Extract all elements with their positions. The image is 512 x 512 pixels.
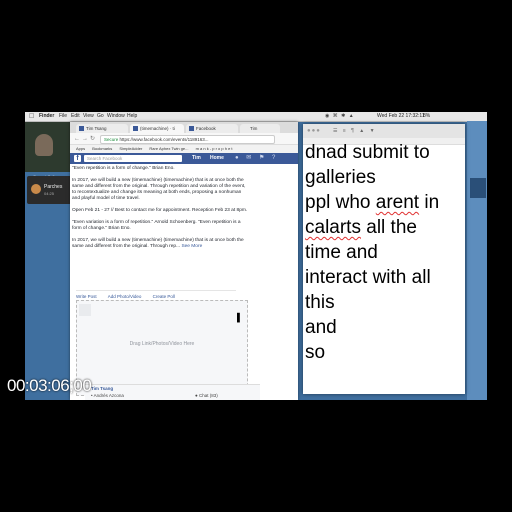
post-body: "Even repetition is a form of change." B… bbox=[72, 166, 248, 256]
notes-line: time and bbox=[305, 242, 378, 263]
notes-line: ppl who bbox=[305, 192, 376, 213]
facebook-search-input[interactable]: Search Facebook bbox=[84, 155, 182, 162]
bookmark-bookmarks[interactable]: Bookmarks bbox=[92, 146, 112, 151]
misspelled-word: calarts bbox=[305, 217, 361, 238]
notes-line: all the bbox=[360, 217, 417, 238]
notes-line: this bbox=[305, 292, 335, 313]
notes-toolbar[interactable]: ☰ ≡ ¶ ▲ ▼ bbox=[333, 128, 377, 134]
notes-titlebar: ●●● ☰ ≡ ¶ ▲ ▼ bbox=[303, 124, 465, 139]
mouse-cursor-icon: ▌ bbox=[237, 313, 243, 322]
menu-file[interactable]: File bbox=[59, 113, 67, 119]
notes-line: dnad submit to bbox=[305, 142, 430, 163]
menubar-clock[interactable]: Wed Feb 22 17:32:11 bbox=[377, 113, 425, 119]
address-bar: ←→↻ Secure https://www.facebook.com/even… bbox=[70, 133, 298, 145]
notes-line: galleries bbox=[305, 167, 376, 188]
facebook-profile-link[interactable]: Tim bbox=[192, 155, 201, 161]
tab-label: Tim Tsang bbox=[86, 126, 107, 131]
add-photo-button[interactable]: Add Photo/Video bbox=[108, 294, 142, 299]
tab-timemachine[interactable]: (timemachine) · ti bbox=[130, 124, 184, 133]
tab-tim-tsang[interactable]: Tim Tsang bbox=[76, 124, 128, 133]
create-poll-button[interactable]: Create Poll bbox=[153, 294, 175, 299]
bookmark-apps[interactable]: Apps bbox=[76, 146, 85, 151]
avatar bbox=[31, 184, 41, 194]
menu-edit[interactable]: Edit bbox=[71, 113, 80, 119]
menu-app-name[interactable]: Finder bbox=[39, 113, 54, 119]
bookmark-aphex[interactable]: Rare Aphex Twin ge... bbox=[149, 146, 188, 151]
see-more-link[interactable]: See More bbox=[181, 244, 202, 249]
caller-name: Parches bbox=[44, 184, 63, 190]
chat-toggle[interactable]: ● Chat (83) bbox=[195, 393, 218, 398]
menu-view[interactable]: View bbox=[83, 113, 94, 119]
chat-contact[interactable]: Tim Tsang bbox=[91, 386, 113, 391]
chat-contact[interactable]: • Andrés Azcona bbox=[91, 393, 124, 398]
photo-dropzone[interactable]: Drag Link/Photos/Video Here bbox=[76, 300, 248, 396]
event-post: "Even repetition is a form of change." B… bbox=[72, 166, 248, 398]
webcam-feed: Current Call bbox=[25, 122, 73, 179]
bookmark-simpleadder[interactable]: SimpleAdder bbox=[119, 146, 142, 151]
notes-line: in bbox=[419, 192, 440, 213]
facebook-icon bbox=[79, 126, 84, 131]
desktop-right-strip bbox=[467, 121, 487, 400]
window-controls[interactable]: ●●● bbox=[307, 128, 321, 134]
tab-facebook[interactable]: Facebook bbox=[186, 124, 238, 133]
facebook-logo-icon[interactable]: f bbox=[74, 155, 81, 162]
post-paragraph: "Even variation is a form of repetition.… bbox=[72, 220, 241, 231]
facebook-home-link[interactable]: Home bbox=[210, 155, 224, 161]
video-timecode: 00:03:06;00 bbox=[7, 376, 92, 395]
secure-label: Secure bbox=[104, 137, 119, 142]
facebook-icon bbox=[189, 126, 194, 131]
post-text: In 2017, we will build a new (timemachin… bbox=[72, 238, 244, 249]
notes-line: so bbox=[305, 342, 326, 363]
dropzone-label: Drag Link/Photos/Video Here bbox=[129, 341, 195, 347]
url-input[interactable]: Secure https://www.facebook.com/events/1… bbox=[100, 135, 275, 144]
status-icons[interactable]: ◉ ⌘ ✱ ▲ bbox=[325, 113, 355, 119]
post-paragraph: In 2017, we will build a new (timemachin… bbox=[72, 238, 248, 250]
menu-go[interactable]: Go bbox=[97, 113, 104, 119]
browser-window: Tim Tsang (timemachine) · ti Facebook Ti… bbox=[70, 122, 298, 400]
misspelled-word: arent bbox=[375, 192, 420, 213]
tab-label: Tim bbox=[250, 126, 258, 131]
write-post-button[interactable]: Write Post bbox=[76, 294, 97, 299]
tab-tim[interactable]: Tim bbox=[240, 124, 280, 133]
screenshot-thumbnail[interactable] bbox=[470, 178, 486, 198]
notes-line: interact with all bbox=[305, 267, 431, 288]
menu-window[interactable]: Window bbox=[107, 113, 125, 119]
notes-window: ●●● ☰ ≡ ¶ ▲ ▼ dnad submit to galleries p… bbox=[303, 124, 465, 394]
post-actions: Write Post Add Photo/Video Create Poll bbox=[76, 290, 236, 299]
post-paragraph: In 2017, we will build a new (timemachin… bbox=[72, 178, 246, 201]
facebook-notification-icons[interactable]: ● ✉ ⚑ ? bbox=[235, 154, 278, 161]
post-paragraph: "Even repetition is a form of change." B… bbox=[72, 166, 175, 171]
tab-bar: Tim Tsang (timemachine) · ti Facebook Ti… bbox=[70, 122, 298, 133]
url-text: https://www.facebook.com/events/1189163.… bbox=[119, 137, 209, 142]
notes-line: and bbox=[305, 317, 337, 338]
post-paragraph: Open Feb 21 - 27 // Best to contact me f… bbox=[72, 208, 248, 213]
call-duration: 04:25 bbox=[44, 191, 55, 196]
chat-bar: Tim Tsang • Andrés Azcona ● Chat (83) bbox=[85, 384, 260, 400]
desktop:  Finder File Edit View Go Window Help ◉… bbox=[25, 112, 487, 400]
tab-label: (timemachine) · ti bbox=[140, 126, 175, 131]
tab-label: Facebook bbox=[196, 126, 216, 131]
facebook-icon bbox=[133, 126, 138, 131]
mac-menubar:  Finder File Edit View Go Window Help ◉… bbox=[25, 112, 487, 122]
apple-icon[interactable]:  bbox=[29, 113, 34, 120]
webcam-person bbox=[35, 134, 53, 156]
bookmark-mank[interactable]: m a n k - p r o p h e t bbox=[196, 146, 233, 151]
menu-help[interactable]: Help bbox=[127, 113, 137, 119]
facebook-header: f Search Facebook Tim Home ● ✉ ⚑ ? bbox=[70, 153, 298, 164]
avatar bbox=[79, 304, 91, 316]
notes-text-area[interactable]: dnad submit to galleries ppl who arent i… bbox=[305, 140, 465, 365]
nav-buttons[interactable]: ←→↻ bbox=[74, 135, 97, 142]
